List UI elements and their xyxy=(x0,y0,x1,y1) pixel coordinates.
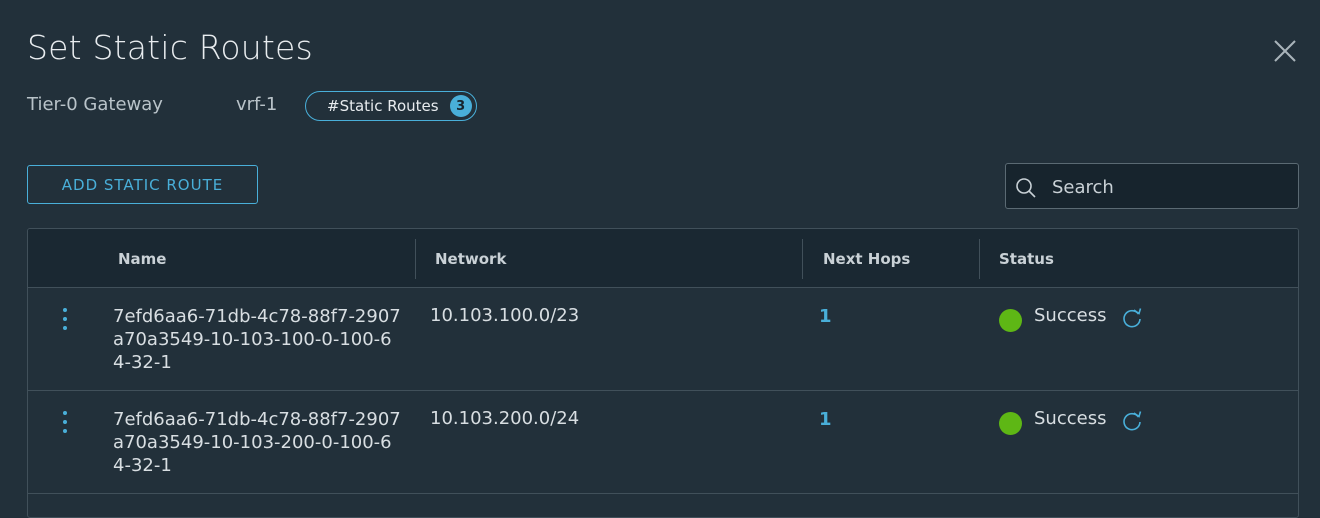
add-static-route-button[interactable]: ADD STATIC ROUTE xyxy=(27,165,258,204)
column-header-network[interactable]: Network xyxy=(435,250,506,268)
static-routes-table: Name Network Next Hops Status 7efd6aa6-7… xyxy=(27,228,1299,518)
column-separator[interactable] xyxy=(979,239,980,279)
table-header: Name Network Next Hops Status xyxy=(28,229,1298,288)
status-dot-icon xyxy=(999,412,1022,435)
static-routes-pill[interactable]: #Static Routes 3 xyxy=(305,91,477,121)
column-separator[interactable] xyxy=(415,239,416,279)
route-status: Success xyxy=(1034,305,1107,326)
search-input[interactable] xyxy=(1050,174,1294,200)
column-separator[interactable] xyxy=(802,239,803,279)
row-actions-menu-icon[interactable] xyxy=(58,308,72,332)
route-name: 7efd6aa6-71db-4c78-88f7-2907a70a3549-10-… xyxy=(113,409,401,476)
next-hops-link[interactable]: 1 xyxy=(819,409,832,430)
close-icon[interactable] xyxy=(1270,36,1300,66)
status-dot-icon xyxy=(999,309,1022,332)
table-row: 7efd6aa6-71db-4c78-88f7-2907a70a3549-10-… xyxy=(28,391,1298,494)
static-routes-pill-label: #Static Routes xyxy=(327,97,439,115)
refresh-icon[interactable] xyxy=(1120,306,1144,330)
static-routes-count-badge: 3 xyxy=(449,95,472,117)
gateway-label: Tier-0 Gateway xyxy=(27,94,163,115)
refresh-icon[interactable] xyxy=(1120,409,1144,433)
column-header-name[interactable]: Name xyxy=(118,250,166,268)
table-row: 7efd6aa6-71db-4c78-88f7-2907a70a3549-10-… xyxy=(28,288,1298,391)
next-hops-link[interactable]: 1 xyxy=(819,306,832,327)
row-actions-menu-icon[interactable] xyxy=(58,411,72,435)
route-network: 10.103.200.0/24 xyxy=(430,408,580,429)
route-network: 10.103.100.0/23 xyxy=(430,305,580,326)
column-header-status[interactable]: Status xyxy=(999,250,1054,268)
dialog-title: Set Static Routes xyxy=(27,28,313,67)
vrf-name: vrf-1 xyxy=(236,94,278,115)
column-header-next-hops[interactable]: Next Hops xyxy=(823,250,910,268)
search-box[interactable] xyxy=(1005,163,1299,209)
route-name: 7efd6aa6-71db-4c78-88f7-2907a70a3549-10-… xyxy=(113,306,401,373)
route-status: Success xyxy=(1034,408,1107,429)
search-icon xyxy=(1014,176,1038,200)
